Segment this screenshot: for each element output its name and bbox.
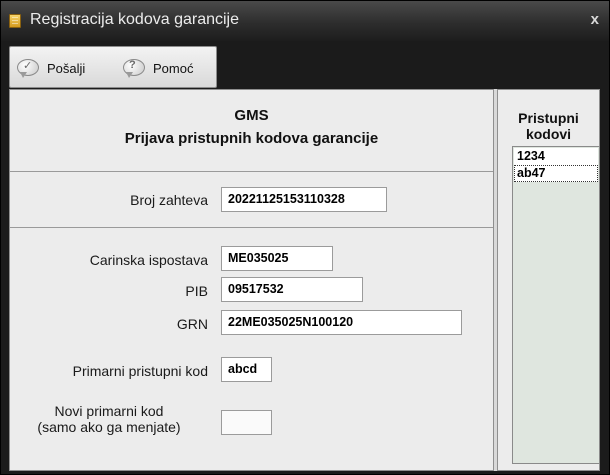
access-codes-panel: Pristupni kodovi 1234 ab47	[497, 89, 600, 471]
section-divider	[10, 171, 493, 172]
list-item[interactable]: 1234	[514, 148, 598, 165]
help-button[interactable]: ? Pomoć	[122, 55, 193, 81]
form-heading-gms: GMS	[234, 107, 269, 124]
pib-field[interactable]: 09517532	[221, 277, 363, 302]
app-icon	[9, 14, 21, 28]
primary-code-label: Primarni pristupni kod	[72, 363, 208, 379]
pib-label: PIB	[185, 283, 208, 299]
new-primary-code-label-line1: Novi primarni kod	[54, 403, 164, 419]
toolbar-button-group: ✓ Pošalji ? Pomoć	[9, 46, 217, 88]
new-primary-code-label-line2: (samo ako ga menjate)	[37, 419, 181, 435]
content-area: GMS Prijava pristupnih kodova garancije …	[9, 89, 600, 471]
list-item[interactable]: ab47	[514, 165, 598, 182]
request-number-label: Broj zahteva	[130, 192, 208, 208]
help-button-label: Pomoć	[153, 60, 194, 76]
form-heading-title: Prijava pristupnih kodova garancije	[124, 130, 379, 147]
form-panel: GMS Prijava pristupnih kodova garancije …	[9, 89, 494, 471]
title-bar[interactable]: Registracija kodova garancije x	[1, 1, 609, 41]
primary-code-field[interactable]: abcd	[221, 357, 272, 382]
access-codes-title-line1: Pristupni	[518, 110, 579, 126]
new-primary-code-field[interactable]	[221, 410, 272, 435]
customs-office-label: Carinska ispostava	[89, 252, 208, 268]
section-divider	[10, 227, 493, 228]
grn-label: GRN	[176, 316, 208, 332]
app-window: Registracija kodova garancije x ✓ Pošalj…	[0, 0, 610, 475]
access-codes-list[interactable]: 1234 ab47	[512, 146, 600, 464]
window-title: Registracija kodova garancije	[30, 11, 239, 28]
grn-field[interactable]: 22ME035025N100120	[221, 310, 462, 335]
close-button[interactable]: x	[591, 11, 599, 28]
access-codes-title-line2: kodovi	[525, 126, 572, 142]
send-button-label: Pošalji	[47, 60, 86, 76]
send-bubble-icon: ✓	[16, 58, 40, 78]
customs-office-field[interactable]: ME035025	[221, 246, 333, 271]
toolbar: ✓ Pošalji ? Pomoć	[9, 46, 599, 88]
new-primary-code-label: Novi primarni kod (samo ako ga menjate)	[10, 403, 208, 435]
send-button[interactable]: ✓ Pošalji	[16, 55, 85, 81]
help-bubble-icon: ?	[122, 58, 146, 78]
request-number-field[interactable]: 20221125153110328	[221, 187, 387, 212]
